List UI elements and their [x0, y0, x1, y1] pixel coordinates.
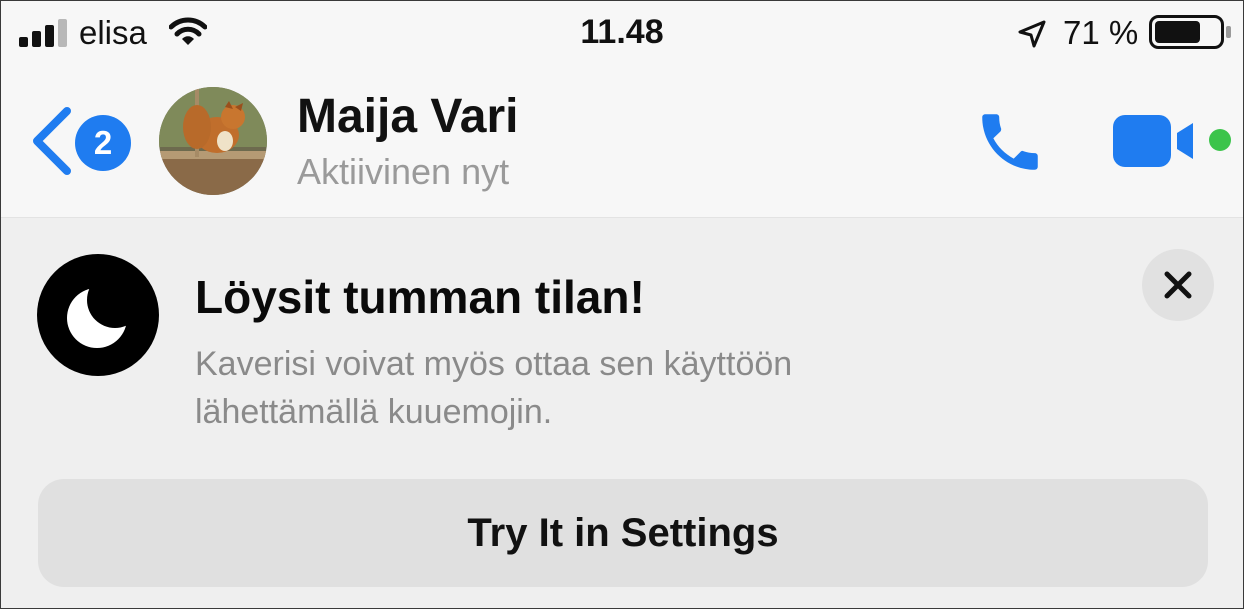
presence-status: Aktiivinen nyt: [297, 151, 510, 192]
battery-icon: [1149, 15, 1231, 49]
contact-name: Maija Vari: [297, 90, 519, 143]
status-time: 11.48: [580, 13, 664, 51]
dark-mode-banner: Löysit tumman tilan! Kaverisi voivat myö…: [1, 218, 1243, 608]
try-it-in-settings-label: Try It in Settings: [467, 511, 779, 555]
moon-icon: [37, 254, 159, 376]
try-it-in-settings-button[interactable]: Try It in Settings: [38, 479, 1208, 587]
avatar[interactable]: [159, 87, 267, 195]
banner-description: Kaverisi voivat myös ottaa sen käyttöön …: [195, 345, 793, 431]
online-indicator: [1209, 129, 1231, 151]
banner-title: Löysit tumman tilan!: [195, 271, 645, 323]
status-bar: elisa 11.48 71 %: [1, 1, 1243, 71]
location-arrow-icon: [1018, 20, 1046, 48]
conversation-header: 2 Maija Vari Aktiivinen nyt: [1, 71, 1243, 218]
app-window: elisa 11.48 71 % 2 Maija Vari Aktiivinen…: [0, 0, 1244, 609]
battery-percentage: 71 %: [1063, 14, 1139, 51]
chevron-left-icon[interactable]: [29, 105, 75, 177]
video-camera-icon[interactable]: [1113, 113, 1197, 169]
phone-icon[interactable]: [973, 105, 1047, 179]
close-icon[interactable]: [1142, 249, 1214, 321]
unread-count-badge[interactable]: 2: [75, 115, 131, 171]
